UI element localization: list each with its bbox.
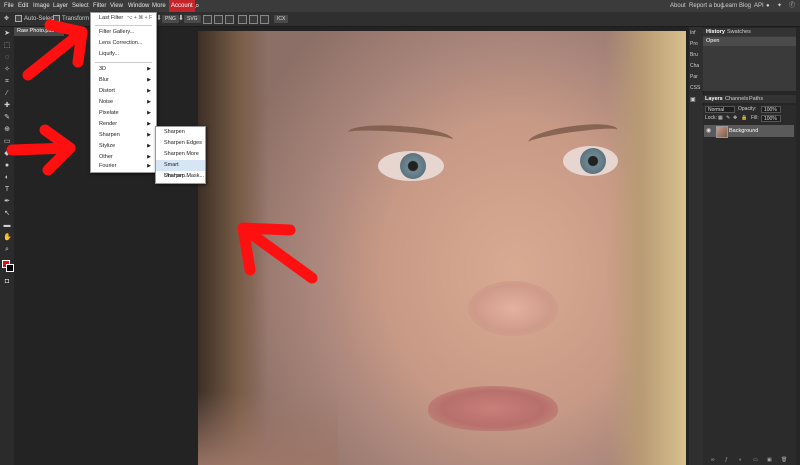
annotation-arrows [6,19,318,284]
arrow-to-filter-menu [22,19,88,81]
arrow-to-image [237,222,318,284]
arrow-to-sharpen-item [6,124,76,176]
